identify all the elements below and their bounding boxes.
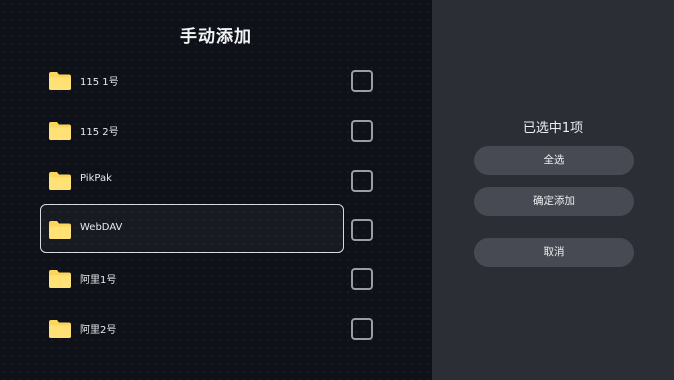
folder-icon: [48, 318, 72, 339]
folder-icon: [48, 170, 72, 191]
folder-icon: [48, 70, 72, 91]
list-item-label: 115 2号: [80, 127, 119, 138]
folder-icon: [48, 120, 72, 141]
cancel-button[interactable]: 取消: [474, 238, 634, 267]
list-item-label: 115 1号: [80, 77, 119, 88]
select-all-button[interactable]: 全选: [474, 146, 634, 175]
item-checkbox[interactable]: [351, 70, 373, 92]
dialog-title: 手动添加: [180, 27, 252, 47]
list-item[interactable]: 阿里1号: [40, 253, 373, 302]
selection-count-text: 已选中1项: [522, 121, 584, 136]
list-item[interactable]: PikPak: [40, 155, 373, 204]
list-item-label: 阿里2号: [80, 325, 117, 336]
item-checkbox[interactable]: [351, 318, 373, 340]
item-checkbox[interactable]: [351, 120, 373, 142]
add-source-dialog: 手动添加 115 1号 115 2号 PikPak WebDAV 阿里1号 阿里…: [0, 0, 674, 380]
item-checkbox[interactable]: [351, 268, 373, 290]
folder-icon: [48, 268, 72, 289]
confirm-add-button[interactable]: 确定添加: [474, 187, 634, 216]
list-item[interactable]: 115 2号: [40, 105, 373, 154]
list-item-label: PikPak: [80, 173, 112, 184]
list-item-label: 阿里1号: [80, 275, 117, 286]
list-item[interactable]: 115 1号: [40, 55, 373, 104]
item-checkbox[interactable]: [351, 170, 373, 192]
list-item-label: WebDAV: [80, 222, 123, 233]
item-checkbox[interactable]: [351, 219, 373, 241]
list-item[interactable]: 阿里2号: [40, 303, 373, 352]
source-list-panel: 手动添加 115 1号 115 2号 PikPak WebDAV 阿里1号 阿里…: [0, 0, 432, 380]
folder-icon: [48, 219, 72, 240]
list-item-focused[interactable]: WebDAV: [40, 204, 373, 253]
